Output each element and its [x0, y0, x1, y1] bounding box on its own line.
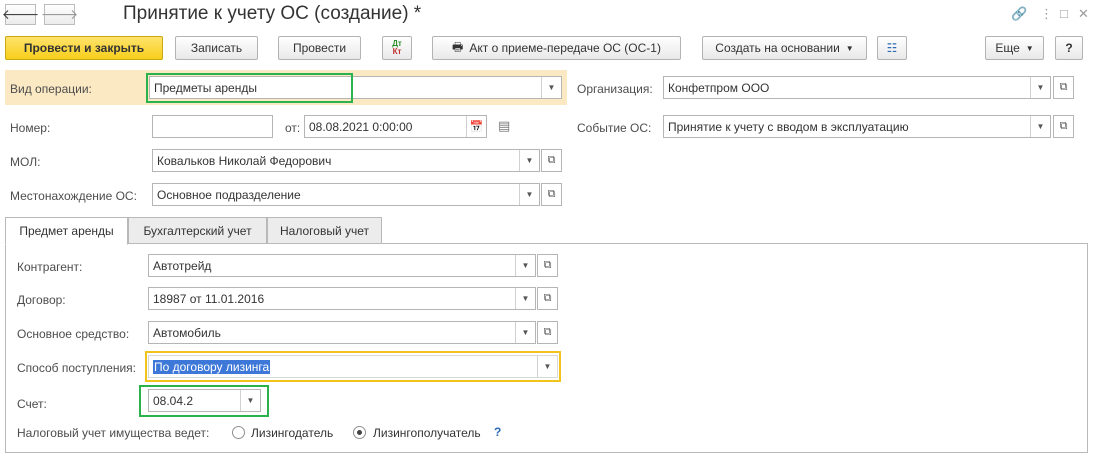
tab-accounting[interactable]: Бухгалтерский учет	[128, 217, 267, 244]
comment-icon[interactable]: ▤	[498, 118, 510, 134]
more-label: Еще	[995, 41, 1020, 55]
receipt-field[interactable]: По договору лизинга ▼	[148, 355, 558, 378]
date-label: от:	[285, 121, 301, 135]
radio-lessee-label[interactable]: Лизингополучатель	[373, 426, 481, 440]
radio-lessor[interactable]	[232, 426, 245, 439]
tab-tax[interactable]: Налоговый учет	[267, 217, 382, 244]
arrow-left-icon: 🡐	[1, 6, 40, 22]
counterparty-field[interactable]: Автотрейд ▼	[148, 254, 536, 277]
post-and-close-button[interactable]: Провести и закрыть	[5, 36, 163, 60]
event-value: Принятие к учету с вводом в эксплуатацию	[668, 119, 909, 134]
contract-field[interactable]: 18987 от 11.01.2016 ▼	[148, 287, 536, 310]
organization-field[interactable]: Конфетпром ООО ▼	[663, 76, 1051, 99]
asset-open-button[interactable]: ⧉	[537, 321, 558, 344]
open-icon: ⧉	[547, 154, 556, 166]
organization-label: Организация:	[577, 82, 653, 96]
more-vertical-icon[interactable]: ⋮	[1040, 6, 1053, 22]
create-based-label: Создать на основании	[715, 41, 840, 55]
event-open-button[interactable]: ⧉	[1053, 115, 1074, 138]
post-button[interactable]: Провести	[278, 36, 361, 60]
date-value: 08.08.2021 0:00:00	[309, 119, 413, 134]
tax-help-link[interactable]: ?	[494, 425, 501, 439]
printer-icon: 🖶	[452, 39, 464, 54]
open-icon: ⧉	[547, 188, 556, 200]
counterparty-open-button[interactable]: ⧉	[537, 254, 558, 277]
contract-label: Договор:	[17, 293, 66, 307]
mol-field[interactable]: Ковальков Николай Федорович ▼	[152, 149, 540, 172]
chevron-down-icon[interactable]: ▼	[515, 322, 535, 343]
operation-label: Вид операции:	[10, 82, 92, 96]
link-icon[interactable]: 🔗	[1011, 6, 1027, 22]
calendar-icon[interactable]: 📅	[466, 116, 486, 137]
location-value: Основное подразделение	[157, 187, 301, 202]
date-field[interactable]: 08.08.2021 0:00:00 📅	[304, 115, 487, 138]
radio-lessee[interactable]	[353, 426, 366, 439]
receipt-label: Способ поступления:	[17, 361, 136, 375]
print-act-label: Акт о приеме-передаче ОС (ОС-1)	[469, 41, 661, 55]
tax-label: Налоговый учет имущества ведет:	[17, 426, 210, 440]
account-label: Счет:	[17, 397, 47, 411]
organization-open-button[interactable]: ⧉	[1053, 76, 1074, 99]
open-icon: ⧉	[543, 292, 552, 304]
chevron-down-icon[interactable]: ▼	[519, 150, 539, 171]
counterparty-label: Контрагент:	[17, 260, 83, 274]
open-icon: ⧉	[543, 326, 552, 338]
open-icon: ⧉	[1059, 120, 1068, 132]
kt-label: Кт	[392, 47, 402, 56]
more-button[interactable]: Еще ▼	[985, 36, 1044, 60]
structure-button[interactable]: ☷	[877, 36, 907, 60]
chevron-down-icon[interactable]: ▼	[1030, 77, 1050, 98]
organization-value: Конфетпром ООО	[668, 80, 770, 95]
asset-value: Автомобиль	[153, 325, 221, 340]
chevron-down-icon[interactable]: ▼	[515, 255, 535, 276]
chevron-down-icon[interactable]: ▼	[541, 77, 561, 98]
create-based-on-button[interactable]: Создать на основании ▼	[702, 36, 867, 60]
page-title: Принятие к учету ОС (создание) *	[123, 3, 422, 24]
close-icon[interactable]: ✕	[1078, 6, 1089, 22]
save-button[interactable]: Записать	[175, 36, 258, 60]
chevron-down-icon: ▼	[845, 43, 854, 53]
open-icon: ⧉	[1059, 81, 1068, 93]
location-field[interactable]: Основное подразделение ▼	[152, 183, 540, 206]
location-open-button[interactable]: ⧉	[541, 183, 562, 206]
chevron-down-icon[interactable]: ▼	[1030, 116, 1050, 137]
tab-lease-item[interactable]: Предмет аренды	[5, 217, 128, 245]
back-button[interactable]: 🡐	[2, 4, 39, 25]
chevron-down-icon[interactable]: ▼	[240, 390, 260, 411]
open-icon: ⧉	[543, 259, 552, 271]
chevron-down-icon: ▼	[1025, 43, 1034, 53]
account-field[interactable]: 08.04.2 ▼	[148, 389, 261, 412]
receipt-value: По договору лизинга	[153, 359, 271, 374]
maximize-icon[interactable]: □	[1060, 6, 1068, 21]
hierarchy-icon: ☷	[886, 41, 898, 55]
mol-value: Ковальков Николай Федорович	[157, 153, 332, 168]
forward-button[interactable]: 🡒	[41, 4, 78, 25]
highlight-operation	[146, 73, 353, 103]
chevron-down-icon[interactable]: ▼	[515, 288, 535, 309]
asset-label: Основное средство:	[17, 327, 130, 341]
contract-value: 18987 от 11.01.2016	[153, 291, 265, 306]
event-field[interactable]: Принятие к учету с вводом в эксплуатацию…	[663, 115, 1051, 138]
account-value: 08.04.2	[153, 393, 194, 408]
chevron-down-icon[interactable]: ▼	[519, 184, 539, 205]
number-field[interactable]	[152, 115, 273, 138]
event-label: Событие ОС:	[577, 121, 652, 135]
dt-kt-button[interactable]: Дт Кт	[382, 36, 412, 60]
location-label: Местонахождение ОС:	[10, 189, 137, 203]
mol-open-button[interactable]: ⧉	[541, 149, 562, 172]
counterparty-value: Автотрейд	[153, 258, 212, 273]
contract-open-button[interactable]: ⧉	[537, 287, 558, 310]
mol-label: МОЛ:	[10, 155, 41, 169]
asset-field[interactable]: Автомобиль ▼	[148, 321, 536, 344]
radio-lessor-label[interactable]: Лизингодатель	[251, 426, 333, 440]
chevron-down-icon[interactable]: ▼	[537, 356, 557, 377]
arrow-right-icon: 🡒	[40, 6, 79, 22]
print-act-button[interactable]: 🖶 Акт о приеме-передаче ОС (ОС-1)	[432, 36, 681, 60]
help-button[interactable]: ?	[1055, 36, 1083, 60]
number-label: Номер:	[10, 121, 51, 135]
